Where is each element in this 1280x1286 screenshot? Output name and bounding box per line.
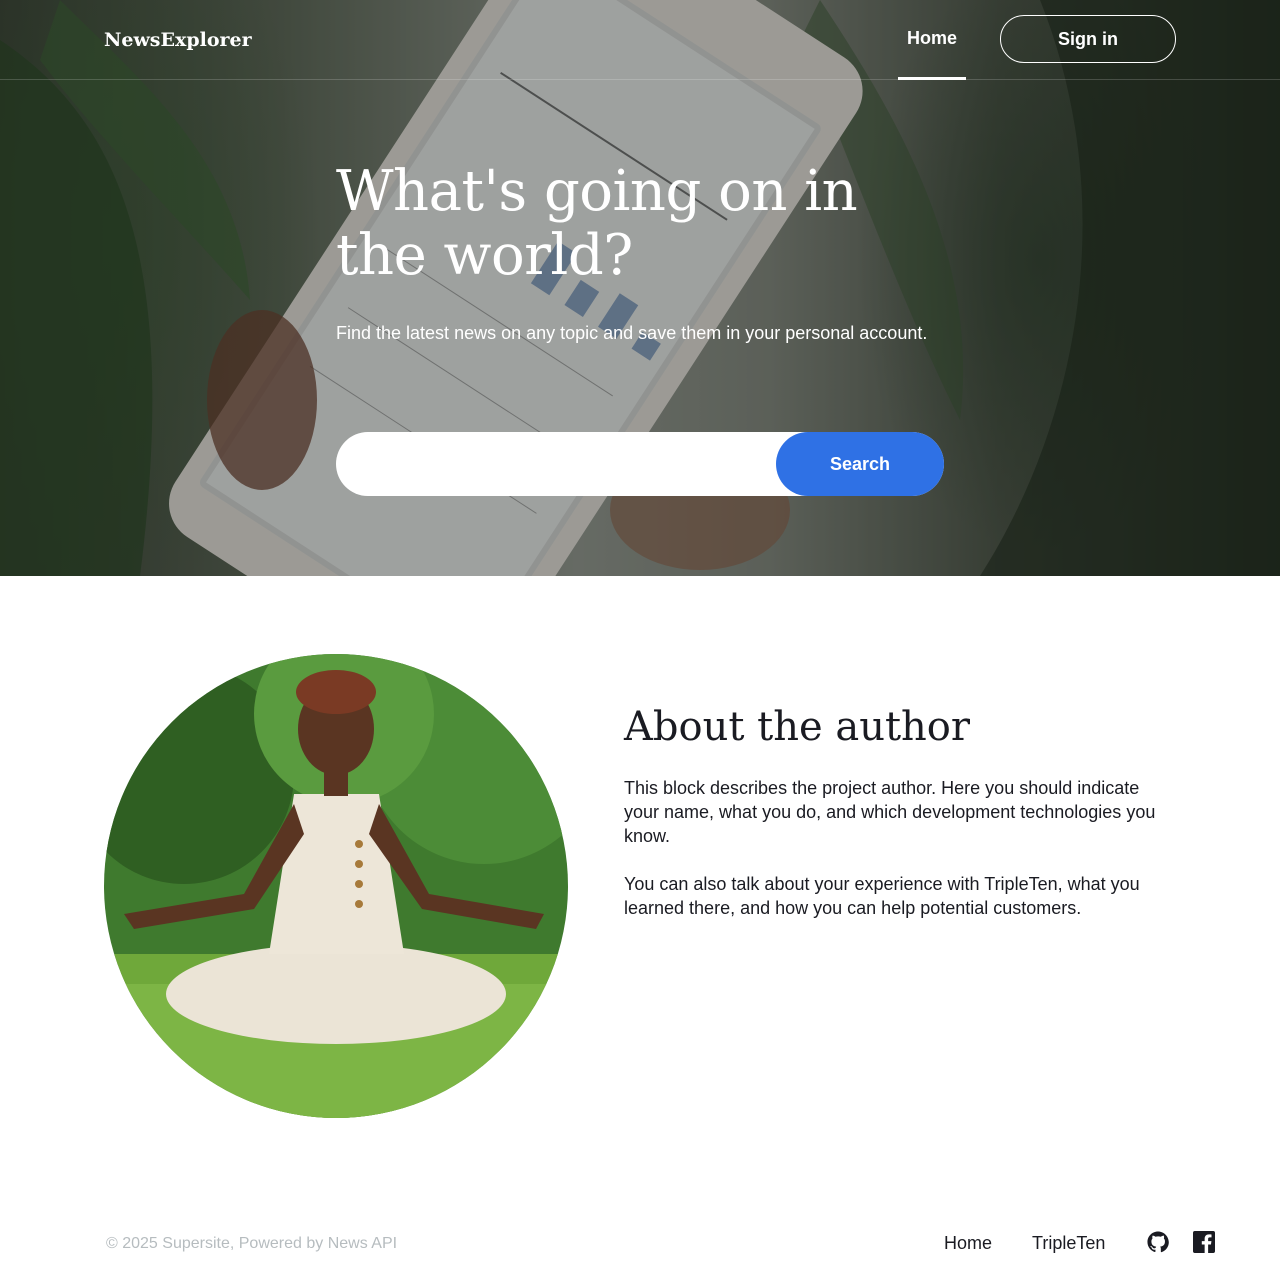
search-input[interactable] [360,432,770,496]
site-logo[interactable]: NewsExplorer [104,29,252,51]
search-button[interactable]: Search [776,432,944,496]
facebook-icon[interactable] [1193,1231,1215,1253]
search-form: Search [336,432,944,496]
author-avatar [104,654,568,1118]
footer-tripleten-link[interactable]: TripleTen [1032,1233,1105,1254]
about-title: About the author [624,704,970,750]
about-text: This block describes the project author.… [624,776,1164,944]
github-icon[interactable] [1147,1231,1169,1253]
about-paragraph-2: You can also talk about your experience … [624,874,1140,918]
nav-home-link[interactable]: Home [898,0,966,80]
about-paragraph-1: This block describes the project author.… [624,778,1156,846]
hero-section: NewsExplorer Home Sign in What's going o… [0,0,1280,576]
copyright-text: © 2025 Supersite, Powered by News API [106,1235,398,1252]
hero-subtitle: Find the latest news on any topic and sa… [336,323,928,343]
footer-home-link[interactable]: Home [944,1233,992,1254]
author-photo [104,654,568,1118]
sign-in-button[interactable]: Sign in [1000,15,1176,63]
top-nav: NewsExplorer Home Sign in [0,0,1280,80]
hero-title: What's going on in the world? [336,159,858,288]
